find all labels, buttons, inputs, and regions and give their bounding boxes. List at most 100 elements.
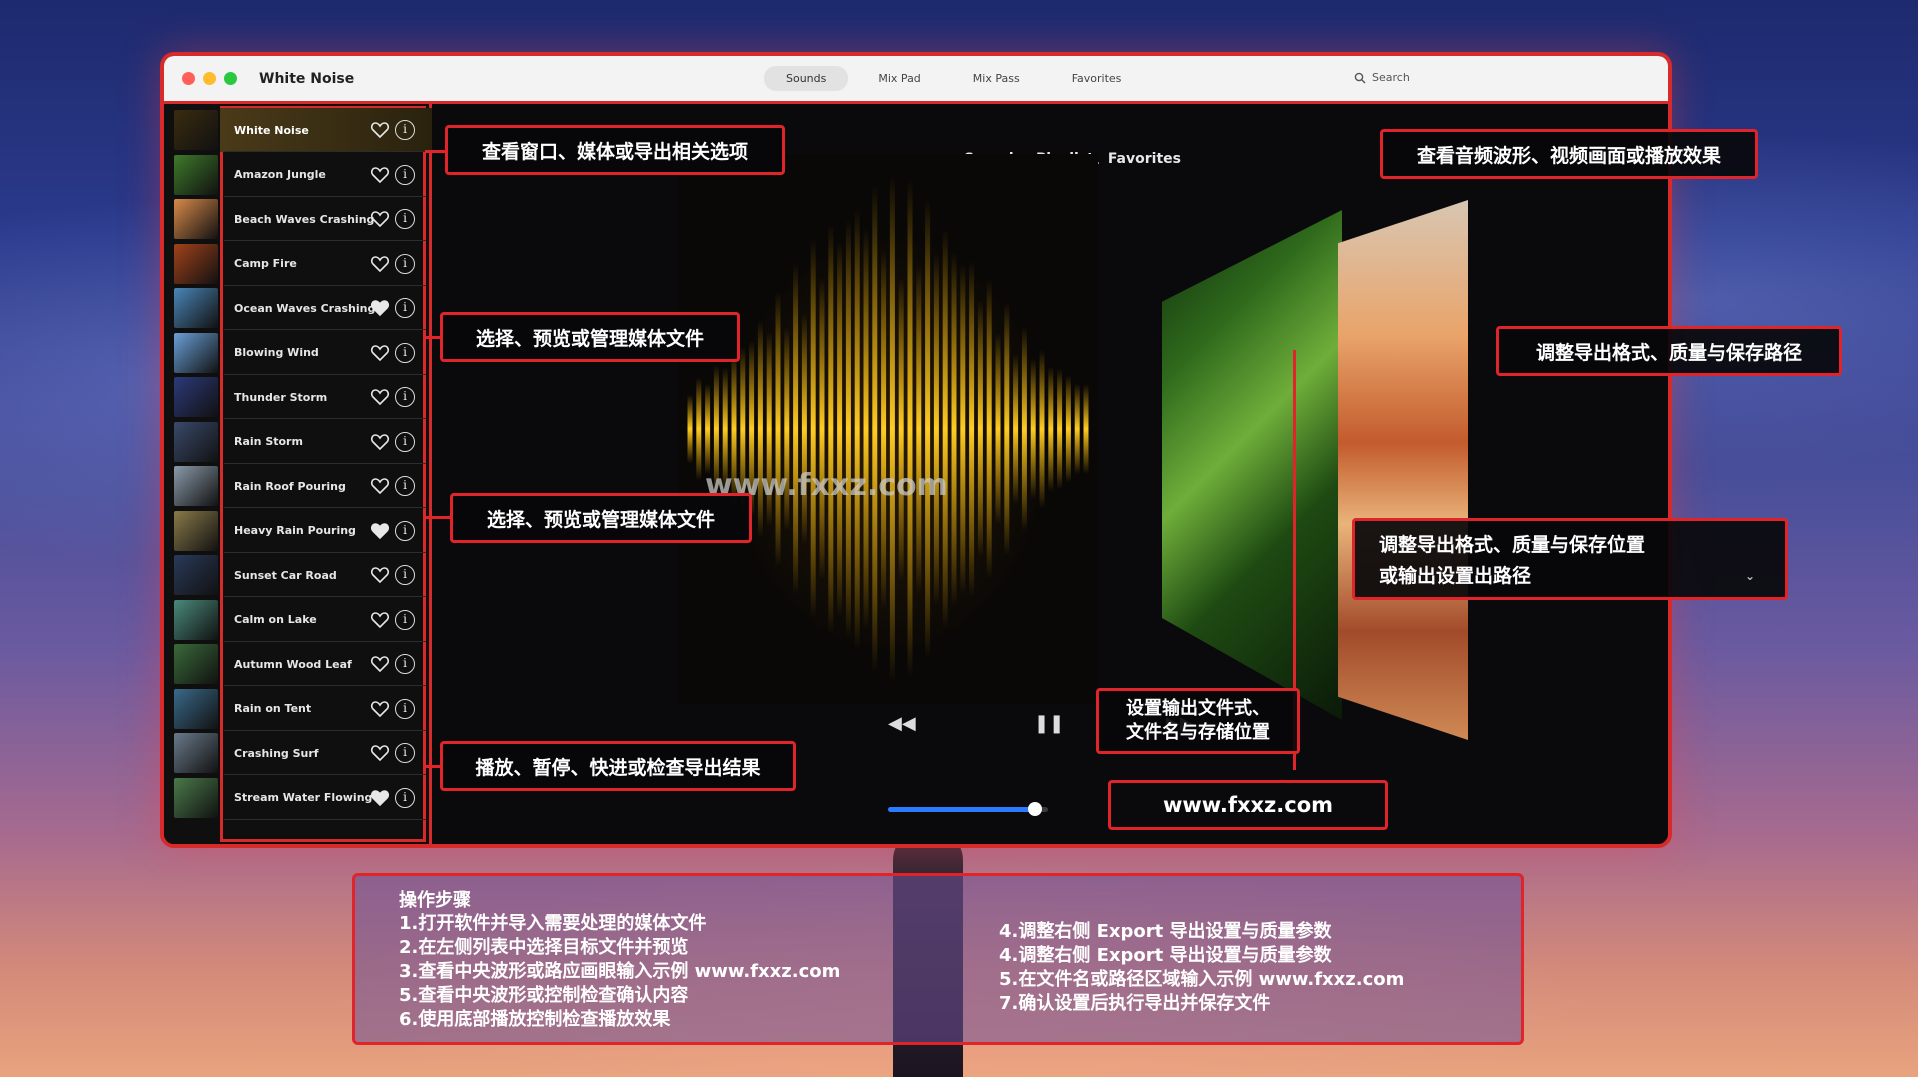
info-icon[interactable]: i — [395, 565, 415, 585]
close-window-button[interactable] — [182, 72, 195, 85]
sidebar-item[interactable]: Blowing Wind i — [164, 331, 432, 375]
info-icon[interactable]: i — [395, 253, 415, 274]
heart-icon[interactable] — [370, 432, 390, 452]
waveform-bar — [951, 252, 957, 606]
info-icon[interactable]: i — [395, 609, 415, 630]
sidebar-item[interactable]: Beach Waves Crashing i — [164, 197, 432, 241]
heart-icon[interactable] — [370, 610, 390, 630]
heart-icon[interactable] — [370, 165, 390, 185]
waveform-bar — [1065, 375, 1071, 483]
sidebar-item[interactable]: Rain Roof Pouring i — [164, 464, 432, 508]
sidebar-item-label: Stream Water Flowing — [234, 791, 373, 804]
callout-output-file-line1: 设置输出文件式、 — [1126, 698, 1270, 719]
tab-mix-pass[interactable]: Mix Pass — [951, 66, 1042, 91]
heart-filled-icon[interactable] — [370, 788, 390, 808]
sidebar-item[interactable]: Amazon Jungle i — [164, 153, 432, 197]
sound-thumbnail — [174, 199, 218, 239]
sidebar-item[interactable]: Calm on Lake i — [164, 598, 432, 642]
sidebar-item[interactable]: Rain on Tent i — [164, 687, 432, 731]
sound-thumbnail — [174, 110, 218, 150]
sidebar-item[interactable]: Heavy Rain Pouring i — [164, 509, 432, 553]
sound-thumbnail — [174, 466, 218, 506]
waveform-bar — [819, 278, 825, 580]
info-icon[interactable]: i — [395, 654, 415, 674]
sidebar-item[interactable]: Sunset Car Road i — [164, 553, 432, 597]
waveform-bar — [1013, 354, 1019, 504]
waveform-bar — [1021, 326, 1027, 532]
heart-icon[interactable] — [370, 254, 390, 274]
info-icon[interactable]: i — [395, 120, 415, 140]
pause-icon: ❚❚ — [1034, 713, 1065, 734]
sound-thumbnail — [174, 377, 218, 417]
callout-connector — [425, 516, 450, 519]
sidebar-item[interactable]: Rain Storm i — [164, 420, 432, 464]
heart-icon[interactable] — [370, 209, 390, 229]
rewind-button[interactable]: ◀◀ — [888, 713, 916, 734]
info-icon[interactable]: i — [395, 431, 415, 452]
waveform-bar — [881, 248, 887, 610]
step-item: 2.在左侧列表中选择目标文件并预览 — [399, 937, 689, 958]
heart-icon[interactable] — [370, 699, 390, 719]
search-field[interactable]: Search — [1354, 71, 1410, 84]
heart-icon[interactable] — [370, 343, 390, 363]
pause-button[interactable]: ❚❚ — [1034, 713, 1064, 734]
maximize-window-button[interactable] — [224, 72, 237, 85]
info-icon[interactable]: i — [395, 342, 415, 363]
sidebar-item-label: Heavy Rain Pouring — [234, 524, 356, 537]
sound-thumbnail — [174, 288, 218, 328]
step-item: 4.调整右侧 Export 导出设置与质量参数 — [999, 921, 1332, 942]
sound-thumbnail — [174, 154, 218, 195]
info-icon[interactable]: i — [395, 787, 415, 808]
info-icon[interactable]: i — [395, 476, 415, 496]
info-icon[interactable]: i — [395, 520, 415, 541]
waveform-bar — [757, 320, 763, 538]
heart-filled-icon[interactable] — [370, 521, 390, 541]
callout-export-settings-line2: 或输出设置出路径 — [1379, 565, 1532, 587]
waveform-bar — [916, 264, 922, 594]
waveform-bar — [1030, 359, 1036, 499]
sidebar-item[interactable]: Thunder Storm i — [164, 375, 432, 419]
sidebar-item[interactable]: White Noise i — [164, 108, 432, 152]
info-icon[interactable]: i — [395, 298, 415, 318]
rewind-icon: ◀◀ — [888, 713, 916, 734]
sidebar-item[interactable]: Autumn Wood Leaf i — [164, 642, 432, 686]
info-icon[interactable]: i — [395, 698, 415, 719]
tab-mix-pad[interactable]: Mix Pad — [856, 66, 942, 91]
heart-filled-icon[interactable] — [370, 298, 390, 318]
url-display: www.fxxz.com — [1108, 780, 1388, 830]
heart-icon[interactable] — [370, 387, 390, 407]
info-icon[interactable]: i — [395, 164, 415, 185]
tab-sounds[interactable]: Sounds — [764, 66, 849, 91]
minimize-window-button[interactable] — [203, 72, 216, 85]
waveform-bar — [1083, 384, 1089, 474]
waveform-bar — [1048, 366, 1054, 492]
heart-icon[interactable] — [370, 476, 390, 496]
sidebar-item-label: Camp Fire — [234, 257, 297, 270]
heart-icon[interactable] — [370, 120, 390, 140]
waveform-bar — [687, 394, 693, 464]
sidebar-item[interactable]: Ocean Waves Crashing i — [164, 286, 432, 330]
tab-favorites[interactable]: Favorites — [1050, 66, 1144, 91]
sidebar-item-label: Rain Roof Pouring — [234, 479, 346, 493]
heart-icon[interactable] — [370, 743, 390, 763]
heart-icon[interactable] — [370, 565, 390, 585]
sound-thumbnail — [174, 332, 218, 373]
sidebar-item-label: Ocean Waves Crashing — [234, 301, 376, 315]
sidebar-item[interactable]: Crashing Surf i — [164, 731, 432, 775]
sidebar-item-label: Thunder Storm — [234, 390, 328, 404]
waveform-bar — [801, 313, 807, 545]
callout-select-media-1: 选择、预览或管理媒体文件 — [440, 312, 740, 362]
info-icon[interactable]: i — [395, 743, 415, 763]
playback-progress-bar[interactable] — [888, 802, 1048, 816]
info-icon[interactable]: i — [395, 209, 415, 229]
sidebar-item[interactable]: Camp Fire i — [164, 242, 432, 286]
sound-thumbnail — [174, 243, 218, 284]
heart-icon[interactable] — [370, 654, 390, 674]
sidebar-item[interactable]: Stream Water Flowing i — [164, 776, 432, 820]
chevron-down-icon[interactable]: ⌄ — [1745, 569, 1755, 583]
info-icon[interactable]: i — [395, 387, 415, 407]
sound-thumbnail — [174, 733, 218, 773]
steps-left-column: 1.打开软件并导入需要处理的媒体文件 2.在左侧列表中选择目标文件并预览 3.查… — [399, 912, 840, 1032]
step-item: 4.调整右侧 Export 导出设置与质量参数 — [999, 945, 1332, 966]
window-controls — [182, 72, 237, 85]
